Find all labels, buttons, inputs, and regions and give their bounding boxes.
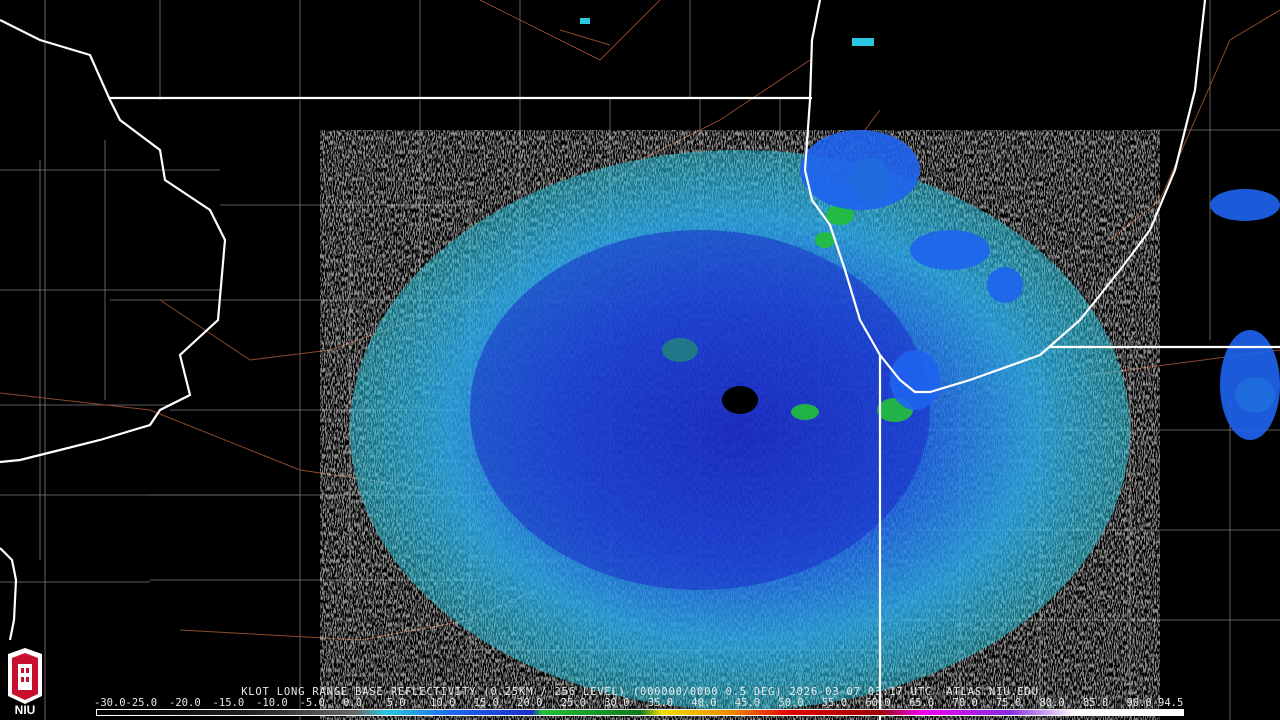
colorbar-label: 5.0 [386, 697, 406, 709]
colorbar-label: 10.0 [430, 697, 456, 709]
colorbar-label: 75.0 [995, 697, 1022, 709]
colorbar-label: -25.0 [125, 697, 158, 709]
colorbar-label: 40.0 [691, 697, 717, 709]
colorbar-label: 60.0 [865, 697, 891, 709]
radar-map [0, 0, 1280, 720]
colorbar-label: 25.0 [560, 697, 587, 709]
colorbar-label: -30.0 [94, 697, 126, 709]
niu-logo-text: NIU [15, 703, 36, 716]
colorbar-label: -20.0 [169, 697, 201, 709]
colorbar-label: -15.0 [212, 697, 245, 709]
colorbar-label: 0.0 [343, 697, 363, 709]
isolated-echoes [580, 18, 874, 46]
colorbar-label: -5.0 [299, 697, 325, 709]
niu-logo: NIU [8, 648, 42, 716]
reflectivity-colorbar [96, 709, 1184, 716]
colorbar-label: 35.0 [647, 697, 674, 709]
colorbar-label: 80.0 [1039, 697, 1065, 709]
colorbar-label: 90.0 [1126, 697, 1152, 709]
colorbar-label: 30.0 [604, 697, 630, 709]
colorbar-label: -10.0 [256, 697, 288, 709]
colorbar-labels: -30.0 -25.0 -20.0 -15.0 -10.0 -5.0 0.0 5.0 10.0 1… [94, 697, 1196, 709]
colorbar-label: 20.0 [517, 697, 543, 709]
colorbar-label: 55.0 [821, 697, 848, 709]
colorbar-label: 65.0 [908, 697, 935, 709]
colorbar-label: 45.0 [734, 697, 761, 709]
colorbar-label: 85.0 [1082, 697, 1109, 709]
radar-cone-of-silence [722, 386, 758, 414]
colorbar-label: 15.0 [473, 697, 499, 709]
radar-echoes [320, 18, 1280, 720]
colorbar-label: 70.0 [952, 697, 978, 709]
colorbar-label: 50.0 [778, 697, 804, 709]
colorbar-label: 94.5 [1158, 697, 1184, 709]
